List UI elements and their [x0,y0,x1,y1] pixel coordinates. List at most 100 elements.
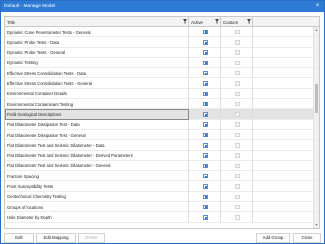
active-checkbox[interactable] [203,112,208,117]
cell-active [189,99,221,110]
chevron-up-icon[interactable]: ▲ [314,27,319,33]
active-checkbox[interactable] [203,91,208,97]
filter-icon[interactable] [247,19,251,24]
table-row[interactable]: Effective Stress Consolidation Tests - G… [5,78,313,89]
cell-title[interactable]: Hole Diameter by Depth [5,212,189,223]
column-header-title[interactable]: Title [5,17,189,27]
table-row[interactable]: Hole Diameter by Depth [5,212,313,223]
cell-title[interactable]: Field Geological Descriptions [5,109,189,120]
active-checkbox[interactable] [203,40,208,45]
table-row[interactable]: Geotechnical Chemistry Testing [5,191,313,203]
cell-active [189,140,221,151]
cell-active [189,78,221,89]
cell-title[interactable]: Dynamic Probe Tests - Data [5,37,189,48]
table-row[interactable]: Flat Dilatometer Test and Seismic Dilato… [5,160,313,172]
row-title-text: Environmental Container Details [7,91,68,97]
filter-icon[interactable] [183,19,187,24]
cell-title[interactable]: Environmental Container Details [5,88,189,100]
row-title-text: Dynamic Probe Tests - Data [7,39,60,45]
cell-title[interactable]: Dynamic Testing [5,57,189,69]
table-row[interactable]: Flat Dilatometer Dissipation Test - Data [5,119,313,130]
cell-custom [221,150,253,161]
active-checkbox[interactable] [203,173,208,179]
active-checkbox[interactable] [203,143,208,148]
cell-title[interactable]: Flat Dilatometer Test and Seismic Dilato… [5,160,189,172]
active-checkbox[interactable] [203,184,208,189]
close-icon[interactable]: × [313,2,322,11]
filter-icon[interactable] [215,19,219,24]
chevron-down-icon[interactable]: ▼ [314,222,319,228]
cell-title[interactable]: Effective Stress Consolidation Tests - G… [5,78,189,89]
table-row[interactable]: Flat Dilatometer Dissipation Test - Gene… [5,130,313,141]
table-row[interactable]: Dynamic Probe Tests - Data [5,37,313,48]
cell-title[interactable]: Frost Susceptibility Tests [5,181,189,192]
active-checkbox[interactable] [203,50,208,55]
active-checkbox[interactable] [203,81,208,86]
cell-title[interactable]: Flat Dilatometer Dissipation Test - Gene… [5,130,189,141]
cell-active [189,27,221,38]
edit-button[interactable]: Edit [4,233,34,243]
active-checkbox[interactable] [203,204,208,210]
table-row[interactable]: Field Geological Descriptions [5,109,313,120]
cell-active [189,181,221,192]
cell-custom [221,181,253,192]
delete-button[interactable]: Delete [78,233,105,243]
add-group-button[interactable]: Add Group [256,233,290,243]
active-checkbox[interactable] [203,153,208,158]
column-header-active[interactable]: Active [189,17,221,27]
active-checkbox[interactable] [203,122,208,127]
scrollbar-thumb[interactable] [315,84,318,113]
cell-title[interactable]: Geotechnical Chemistry Testing [5,191,189,203]
cell-custom [221,78,253,89]
table-row[interactable]: Flat Dilatometer Test and Seismic Dilato… [5,150,313,161]
cell-custom [221,212,253,223]
table-row[interactable]: Frost Susceptibility Tests [5,181,313,192]
cell-custom [221,119,253,130]
active-checkbox[interactable] [203,132,208,138]
active-checkbox[interactable] [203,29,208,35]
table-row[interactable]: Dynamic Cone Penetrometer Tests - Genera… [5,27,313,38]
cell-active [189,57,221,69]
table-row[interactable]: Environmental Container Details [5,88,313,100]
cell-title[interactable]: Effective Stress Consolidation Tests - D… [5,68,189,79]
custom-checkbox [235,132,240,138]
table-row[interactable]: Groups of locations [5,202,313,213]
cell-title[interactable]: Groups of locations [5,202,189,213]
close-button[interactable]: Close [293,233,321,243]
active-checkbox[interactable] [203,163,208,169]
cell-title[interactable]: Flat Dilatometer Test and Seismic Dilato… [5,140,189,151]
title-bar[interactable]: Default - Manage Model × [1,1,324,12]
active-checkbox[interactable] [203,70,208,76]
row-title-text: Effective Stress Consolidation Tests - D… [7,70,86,76]
cell-title[interactable]: Environmental Contaminant Testing [5,99,189,110]
custom-checkbox [235,70,240,76]
cell-title[interactable]: Dynamic Probe Tests - General [5,47,189,58]
cell-title[interactable]: Dynamic Cone Penetrometer Tests - Genera… [5,27,189,38]
active-checkbox[interactable] [203,194,208,200]
active-checkbox[interactable] [203,101,208,107]
column-active-label: Active [191,19,203,25]
custom-checkbox [235,50,240,55]
custom-checkbox [235,112,240,117]
cell-title[interactable]: Fracture Spacing [5,171,189,182]
cell-active [189,130,221,141]
active-checkbox[interactable] [203,60,208,66]
column-header-custom[interactable]: Custom [221,17,253,27]
cell-title[interactable]: Flat Dilatometer Dissipation Test - Data [5,119,189,130]
cell-title[interactable]: Flat Dilatometer Test and Seismic Dilato… [5,150,189,161]
row-title-text: Field Geological Descriptions [7,111,62,117]
row-title-text: Effective Stress Consolidation Tests - G… [7,81,93,87]
table-row[interactable]: Environmental Contaminant Testing [5,99,313,110]
edit-mapping-button[interactable]: Edit Mapping [36,233,76,243]
table-row[interactable]: Fracture Spacing [5,171,313,182]
table-row[interactable]: Flat Dilatometer Test and Seismic Dilato… [5,140,313,151]
table-row[interactable]: Dynamic Probe Tests - General [5,47,313,58]
active-checkbox[interactable] [203,215,208,220]
table-row[interactable]: Effective Stress Consolidation Tests - D… [5,68,313,79]
row-title-text: Geotechnical Chemistry Testing [7,194,66,200]
cell-custom [221,57,253,69]
cell-custom [221,202,253,213]
table-row[interactable]: Dynamic Testing [5,57,313,69]
vertical-scrollbar[interactable]: ▲ ▼ [313,27,319,228]
row-title-text: Groups of locations [7,204,44,210]
